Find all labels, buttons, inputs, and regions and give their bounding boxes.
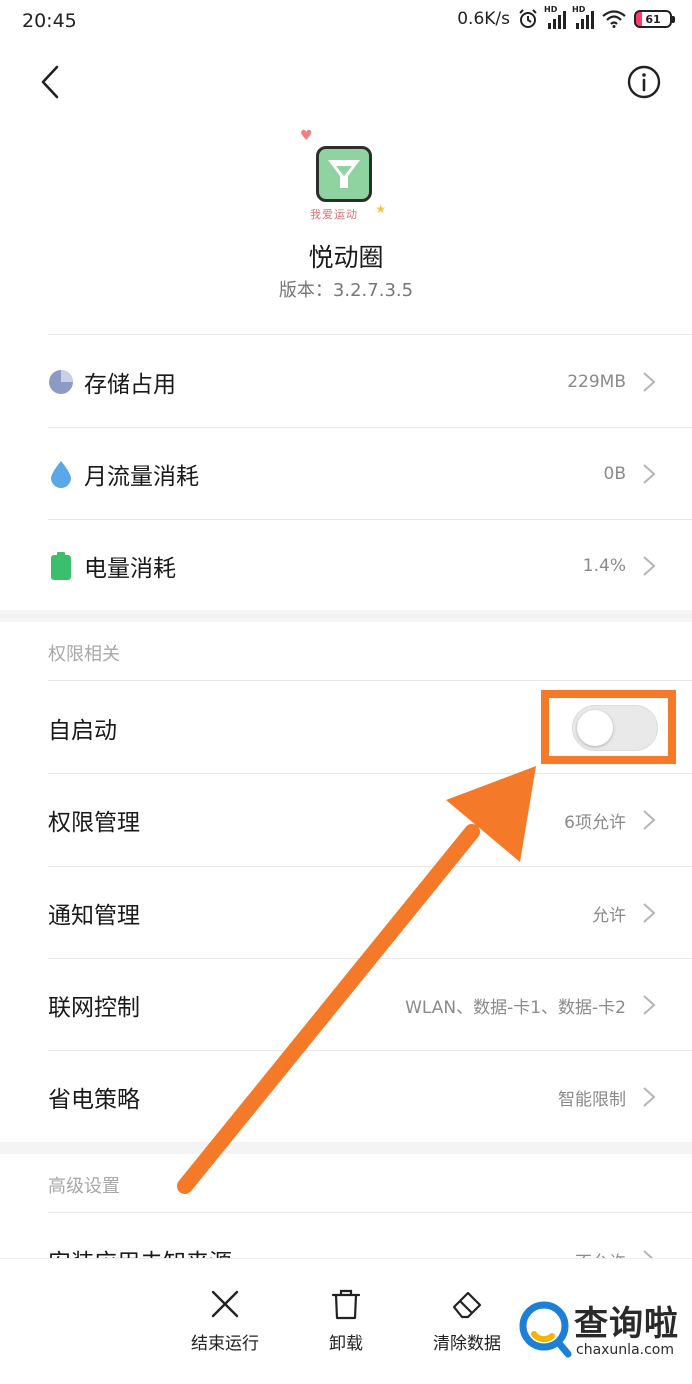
section-separator: [0, 1142, 692, 1154]
highlight-box: [541, 690, 676, 764]
row-label: 自启动: [48, 718, 117, 744]
info-icon[interactable]: [626, 64, 662, 100]
force-stop-button[interactable]: 结束运行: [170, 1287, 280, 1367]
row-label: 通知管理: [48, 903, 140, 929]
action-label: 清除数据: [433, 1334, 501, 1354]
app-icon-caption: 我爱运动: [310, 208, 358, 221]
wifi-icon: [602, 10, 626, 28]
row-battery-usage[interactable]: 电量消耗 1.4%: [0, 520, 692, 612]
chevron-right-icon: [643, 1087, 656, 1107]
app-icon: ♥ 我爱运动 ★: [296, 126, 388, 226]
alarm-icon: [519, 9, 537, 28]
close-icon: [211, 1290, 239, 1318]
chevron-right-icon: [643, 464, 656, 484]
section-header-permissions: 权限相关: [48, 644, 120, 665]
star-icon: ★: [375, 202, 386, 216]
signal-icon-sim2: HD: [572, 5, 594, 29]
status-time: 20:45: [22, 10, 77, 32]
clear-data-button[interactable]: 清除数据: [412, 1287, 522, 1367]
signal-icon-sim1: HD: [544, 5, 566, 29]
divider: [48, 1212, 692, 1213]
divider: [48, 680, 692, 681]
row-label: 存储占用: [84, 372, 176, 398]
section-separator: [0, 610, 692, 622]
watermark-text: 查询啦: [574, 1304, 679, 1344]
chevron-right-icon: [643, 995, 656, 1015]
net-speed: 0.6K/s: [457, 9, 510, 29]
chevron-right-icon: [643, 556, 656, 576]
status-icons: 0.6K/s HD HD 61: [457, 5, 675, 29]
action-label: 结束运行: [191, 1334, 259, 1354]
row-value: 229MB: [567, 372, 626, 392]
battery-icon: [48, 552, 74, 580]
row-storage[interactable]: 存储占用 229MB: [0, 336, 692, 428]
row-data-usage[interactable]: 月流量消耗 0B: [0, 428, 692, 520]
trash-icon: [331, 1289, 361, 1320]
app-logo-mark-icon: [328, 160, 360, 188]
row-value: 允许: [592, 905, 626, 926]
row-value: 0B: [603, 464, 626, 484]
back-arrow-icon: [41, 65, 59, 99]
heart-icon: ♥: [300, 128, 313, 144]
status-bar: 20:45 0.6K/s HD HD 61: [0, 0, 692, 42]
row-label: 联网控制: [48, 995, 140, 1021]
divider: [48, 334, 692, 335]
back-button[interactable]: [30, 62, 70, 102]
row-network-control[interactable]: 联网控制 WLAN、数据-卡1、数据-卡2: [0, 959, 692, 1051]
row-permission-manage[interactable]: 权限管理 6项允许: [0, 774, 692, 866]
row-battery-saver[interactable]: 省电策略 智能限制: [0, 1051, 692, 1143]
row-label: 月流量消耗: [84, 464, 199, 490]
watermark-logo: 查询啦 chaxunla.com: [516, 1296, 686, 1366]
row-notification-manage[interactable]: 通知管理 允许: [0, 867, 692, 959]
watermark-url: chaxunla.com: [576, 1342, 674, 1358]
row-label: 电量消耗: [84, 556, 176, 582]
row-value: 6项允许: [564, 812, 626, 833]
action-label: 卸载: [329, 1334, 363, 1354]
row-label: 省电策略: [48, 1087, 140, 1113]
row-value: 1.4%: [582, 556, 626, 576]
pie-chart-icon: [48, 369, 74, 395]
water-drop-icon: [48, 461, 74, 488]
uninstall-button[interactable]: 卸载: [291, 1287, 401, 1367]
app-logo: [316, 146, 372, 202]
app-version: 版本：3.2.7.3.5: [278, 280, 414, 301]
section-header-advanced: 高级设置: [48, 1176, 120, 1197]
row-value: 智能限制: [558, 1089, 626, 1110]
chevron-right-icon: [643, 810, 656, 830]
watermark-magnifier-icon: [519, 1301, 572, 1358]
app-name: 悦动圈: [308, 243, 384, 272]
chevron-right-icon: [643, 372, 656, 392]
chevron-right-icon: [643, 903, 656, 923]
row-value: WLAN、数据-卡1、数据-卡2: [405, 997, 626, 1018]
battery-indicator: 61: [634, 10, 675, 28]
row-label: 权限管理: [48, 810, 140, 836]
eraser-icon: [452, 1291, 482, 1319]
